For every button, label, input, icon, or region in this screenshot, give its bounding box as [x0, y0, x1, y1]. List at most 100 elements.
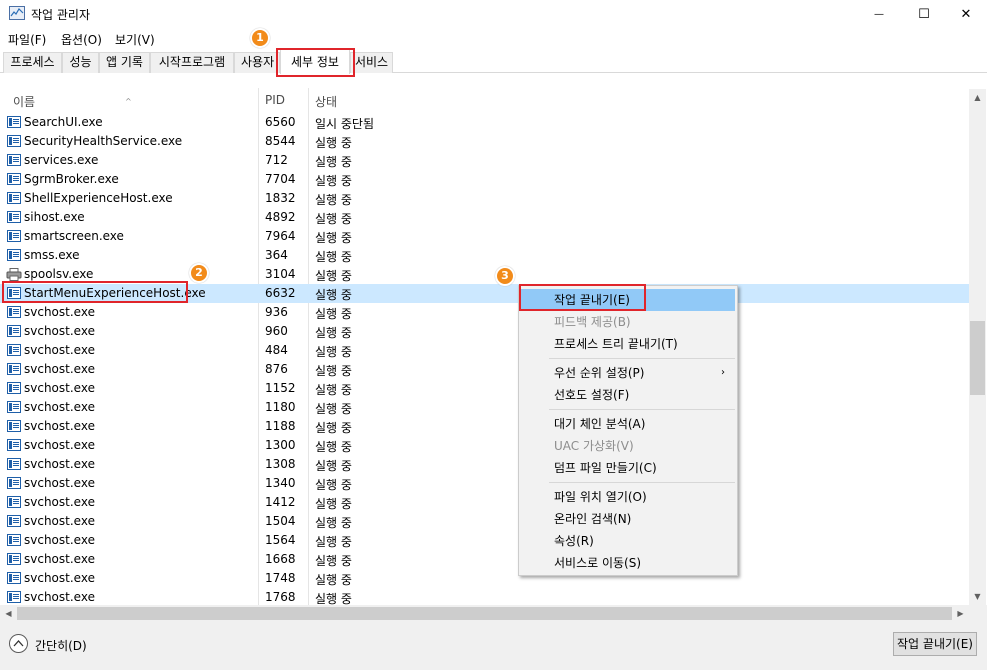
context-menu-item[interactable]: 우선 순위 설정(P) › — [521, 362, 735, 384]
process-name: SearchUI.exe — [24, 115, 103, 129]
sort-caret-icon: ^ — [125, 97, 132, 106]
table-row[interactable]: svchost.exe 1748 실행 중 — [0, 569, 969, 588]
tab-services[interactable]: 서비스 — [350, 52, 393, 73]
callout-badge: 2 — [189, 263, 209, 283]
process-status: 실행 중 — [315, 136, 352, 150]
table-row[interactable]: svchost.exe 1308 실행 중 — [0, 455, 969, 474]
table-row[interactable]: SearchUI.exe 6560 일시 중단됨 — [0, 113, 969, 132]
process-status: 실행 중 — [315, 364, 352, 378]
table-row[interactable]: ShellExperienceHost.exe 1832 실행 중 — [0, 189, 969, 208]
horizontal-scroll-thumb[interactable] — [17, 607, 952, 620]
menu-view[interactable]: 보기(V) — [115, 31, 155, 48]
table-row[interactable]: svchost.exe 1300 실행 중 — [0, 436, 969, 455]
table-row[interactable]: svchost.exe 1564 실행 중 — [0, 531, 969, 550]
table-row[interactable]: svchost.exe 876 실행 중 — [0, 360, 969, 379]
process-status: 실행 중 — [315, 250, 352, 264]
context-menu-item[interactable]: 서비스로 이동(S) — [521, 552, 735, 574]
horizontal-scrollbar[interactable]: ◀ ▶ — [0, 605, 969, 622]
app-icon — [7, 306, 21, 318]
process-name: sihost.exe — [24, 210, 85, 224]
scroll-right-icon[interactable]: ▶ — [952, 605, 969, 622]
process-pid: 1504 — [265, 514, 296, 528]
process-status: 실행 중 — [315, 459, 352, 473]
table-row[interactable]: smartscreen.exe 7964 실행 중 — [0, 227, 969, 246]
context-menu-item[interactable]: 대기 체인 분석(A) — [521, 413, 735, 435]
table-row[interactable]: svchost.exe 960 실행 중 — [0, 322, 969, 341]
table-row[interactable]: SecurityHealthService.exe 8544 실행 중 — [0, 132, 969, 151]
menu-separator — [549, 482, 735, 483]
table-row[interactable]: svchost.exe 1152 실행 중 — [0, 379, 969, 398]
menu-options[interactable]: 옵션(O) — [61, 31, 102, 48]
close-button[interactable]: ✕ — [943, 0, 987, 28]
table-row[interactable]: SgrmBroker.exe 7704 실행 중 — [0, 170, 969, 189]
printer-icon — [6, 268, 22, 281]
context-menu-item[interactable]: 온라인 검색(N) — [521, 508, 735, 530]
vertical-scroll-thumb[interactable] — [970, 321, 985, 395]
table-row[interactable]: svchost.exe 1504 실행 중 — [0, 512, 969, 531]
app-icon — [7, 477, 21, 489]
table-row[interactable]: sihost.exe 4892 실행 중 — [0, 208, 969, 227]
process-name: smartscreen.exe — [24, 229, 124, 243]
table-row[interactable]: svchost.exe 484 실행 중 — [0, 341, 969, 360]
scroll-up-icon[interactable]: ▲ — [969, 89, 986, 106]
table-row[interactable]: svchost.exe 1340 실행 중 — [0, 474, 969, 493]
vertical-scrollbar[interactable]: ▲ ▼ — [969, 89, 986, 605]
process-name: svchost.exe — [24, 533, 95, 547]
process-status: 실행 중 — [315, 421, 352, 435]
end-task-button[interactable]: 작업 끝내기(E) — [893, 632, 977, 656]
tab-startup[interactable]: 시작프로그램 — [150, 52, 234, 73]
maximize-button[interactable]: ☐ — [901, 0, 947, 28]
column-status-header[interactable]: 상태 — [315, 93, 337, 110]
context-menu-item[interactable]: 덤프 파일 만들기(C) — [521, 457, 735, 479]
scroll-down-icon[interactable]: ▼ — [969, 588, 986, 605]
context-menu-item[interactable]: 선호도 설정(F) — [521, 384, 735, 406]
callout-box-details-tab — [276, 48, 355, 77]
menu-file[interactable]: 파일(F) — [8, 31, 46, 48]
process-name: ShellExperienceHost.exe — [24, 191, 173, 205]
collapse-icon[interactable] — [9, 634, 28, 653]
minimize-icon: — — [874, 8, 884, 20]
column-pid-header[interactable]: PID — [265, 93, 285, 107]
process-status: 실행 중 — [315, 440, 352, 454]
process-pid: 1832 — [265, 191, 296, 205]
process-pid: 7704 — [265, 172, 296, 186]
app-icon — [7, 173, 21, 185]
table-row[interactable]: svchost.exe 1668 실행 중 — [0, 550, 969, 569]
tab-processes[interactable]: 프로세스 — [3, 52, 62, 73]
context-menu-item: 피드백 제공(B) — [521, 311, 735, 333]
context-menu-item-label: 피드백 제공(B) — [554, 315, 631, 329]
context-menu: 작업 끝내기(E) 피드백 제공(B) 프로세스 트리 끝내기(T) 우선 순위 설정… — [518, 285, 738, 576]
maximize-icon: ☐ — [918, 6, 930, 22]
context-menu-item[interactable]: 속성(R) — [521, 530, 735, 552]
table-row[interactable]: svchost.exe 1180 실행 중 — [0, 398, 969, 417]
context-menu-item-label: 파일 위치 열기(O) — [554, 490, 647, 504]
column-name-header[interactable]: 이름 — [13, 93, 35, 110]
context-menu-item[interactable]: 파일 위치 열기(O) — [521, 486, 735, 508]
process-name: spoolsv.exe — [24, 267, 94, 281]
app-icon — [7, 230, 21, 242]
process-pid: 876 — [265, 362, 288, 376]
table-row[interactable]: svchost.exe 1412 실행 중 — [0, 493, 969, 512]
minimize-button[interactable]: — — [856, 0, 902, 28]
tab-app-history[interactable]: 앱 기록 — [99, 52, 150, 73]
tab-performance[interactable]: 성능 — [62, 52, 99, 73]
process-status: 실행 중 — [315, 345, 352, 359]
scroll-left-icon[interactable]: ◀ — [0, 605, 17, 622]
table-row[interactable]: smss.exe 364 실행 중 — [0, 246, 969, 265]
table-row[interactable]: svchost.exe 936 실행 중 — [0, 303, 969, 322]
fewer-details-link[interactable]: 간단히(D) — [35, 637, 87, 654]
process-name: svchost.exe — [24, 438, 95, 452]
app-icon — [7, 553, 21, 565]
context-menu-item[interactable]: 프로세스 트리 끝내기(T) — [521, 333, 735, 355]
table-row[interactable]: services.exe 712 실행 중 — [0, 151, 969, 170]
table-row[interactable]: svchost.exe 1188 실행 중 — [0, 417, 969, 436]
process-pid: 6560 — [265, 115, 296, 129]
process-name: svchost.exe — [24, 324, 95, 338]
process-status: 실행 중 — [315, 193, 352, 207]
process-name: svchost.exe — [24, 305, 95, 319]
process-status: 실행 중 — [315, 383, 352, 397]
tab-strip: 프로세스 성능 앱 기록 시작프로그램 사용자 세부 정보 서비스 — [0, 49, 987, 74]
tab-users[interactable]: 사용자 — [234, 52, 280, 73]
app-icon — [7, 439, 21, 451]
details-panel: ^ 이름 PID 상태 SearchUI.exe 6560 일시 중단됨 Securi… — [0, 74, 987, 622]
